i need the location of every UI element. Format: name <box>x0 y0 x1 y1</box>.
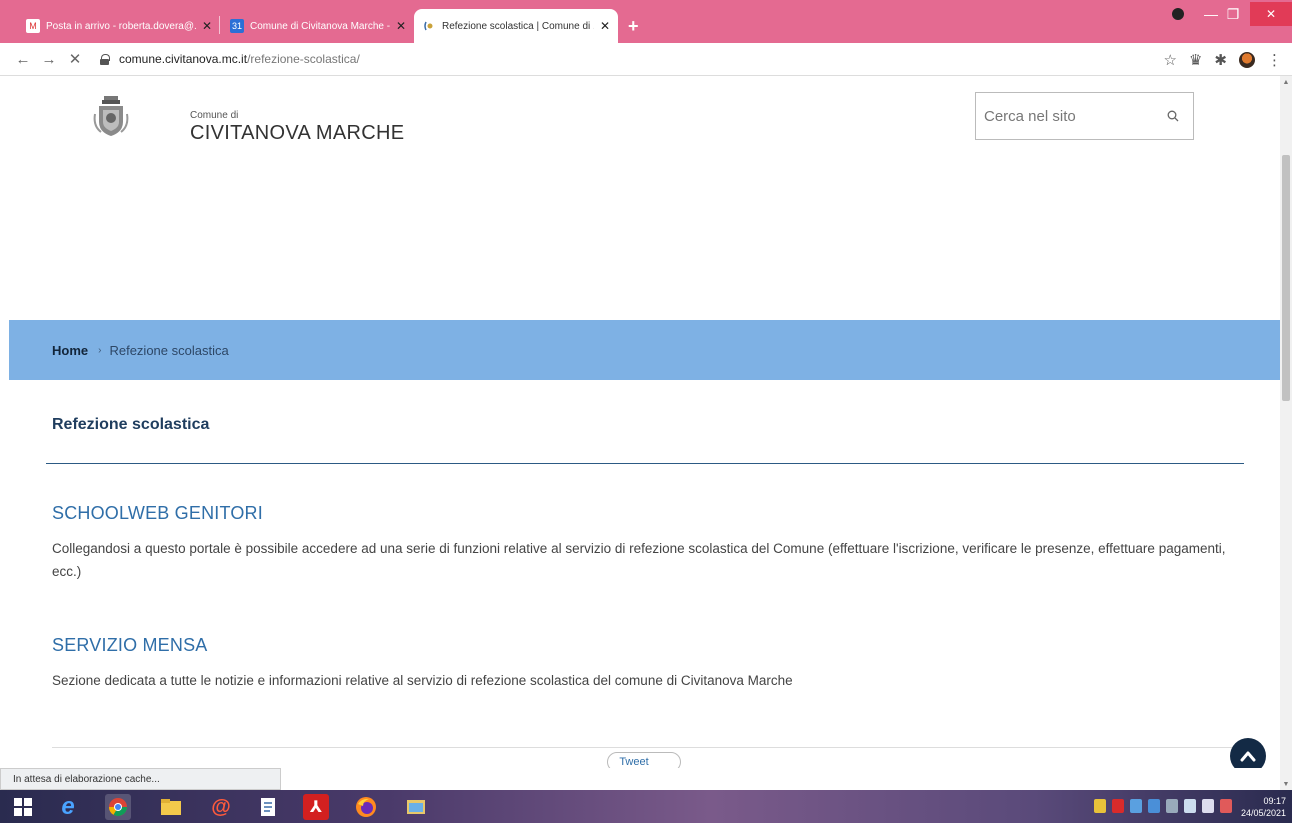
account-icon[interactable] <box>1172 8 1184 20</box>
page-scrollbar[interactable]: ▲ ▼ <box>1280 76 1292 792</box>
close-tab-icon[interactable]: ✕ <box>396 19 406 33</box>
scroll-up-arrow-icon[interactable]: ▲ <box>1280 76 1292 90</box>
brand-prefix: Comune di <box>190 110 239 121</box>
clock-date: 24/05/2021 <box>1240 808 1286 818</box>
search-input[interactable] <box>984 107 1154 125</box>
gmail-icon: M <box>26 19 40 33</box>
acrobat-reader-icon[interactable]: ⅄ <box>303 794 329 820</box>
site-search <box>975 92 1194 140</box>
share-divider <box>52 747 1244 748</box>
minimize-icon[interactable]: — <box>1200 6 1222 22</box>
tab-comune[interactable]: 31 Comune di Civitanova Marche - ... ✕ <box>222 9 414 43</box>
schoolweb-genitori-description: Collegandosi a questo portale è possibil… <box>52 541 1226 579</box>
windows-taskbar: e @ ⅄ 09:17 24/05/2021 <box>0 790 1292 823</box>
back-arrow-icon[interactable]: ← <box>10 51 36 68</box>
browser-status-bubble: In attesa di elaborazione cache... <box>0 768 281 790</box>
back-to-top-button[interactable] <box>1230 738 1266 768</box>
network-app-icon[interactable] <box>1130 799 1142 813</box>
civitanova-coat-of-arms-icon[interactable] <box>93 94 129 138</box>
tab-separator <box>219 16 220 34</box>
chevron-up-icon <box>1240 751 1256 762</box>
browser-toolbar: ← → ✕ comune.civitanova.mc.it/refezione-… <box>0 43 1292 76</box>
web-page: Comune di CIVITANOVA MARCHE Home › Refez… <box>9 76 1280 768</box>
mail-app-icon[interactable]: @ <box>208 794 234 820</box>
clock-time: 09:17 <box>1263 796 1286 806</box>
document-viewer-icon[interactable] <box>255 794 281 820</box>
stop-loading-icon[interactable]: ✕ <box>62 50 88 68</box>
url-domain: comune.civitanova.mc.it <box>119 52 248 66</box>
bluetooth-icon[interactable] <box>1148 799 1160 813</box>
taskbar-clock[interactable]: 09:17 24/05/2021 <box>1241 795 1286 819</box>
browser-menu-icon[interactable]: ⋮ <box>1267 51 1282 69</box>
close-window-icon[interactable]: ✕ <box>1250 2 1292 26</box>
schoolweb-genitori-link[interactable]: SCHOOLWEB GENITORI <box>52 503 263 524</box>
window-controls: — ❐ ✕ <box>1172 0 1292 28</box>
chrome-icon[interactable] <box>105 794 131 820</box>
action-center-flag-icon[interactable] <box>1220 799 1232 813</box>
servizio-mensa-description: Sezione dedicata a tutte le notizie e in… <box>52 673 793 688</box>
forward-arrow-icon[interactable]: → <box>36 51 62 68</box>
title-divider <box>46 463 1244 464</box>
breadcrumb-current: Refezione scolastica <box>109 342 229 358</box>
volume-icon[interactable] <box>1202 799 1214 813</box>
site-icon <box>422 19 436 33</box>
calendar-icon: 31 <box>230 19 244 33</box>
browser-tabstrip: M Posta in arrivo - roberta.dovera@... ✕… <box>0 0 1292 43</box>
scrollbar-thumb[interactable] <box>1282 155 1290 401</box>
search-icon[interactable] <box>1167 110 1179 122</box>
lock-icon[interactable] <box>100 53 110 65</box>
tab-title: Posta in arrivo - roberta.dovera@... <box>46 20 196 32</box>
extensions-puzzle-icon[interactable]: ✱ <box>1214 51 1227 69</box>
extension-crown-icon[interactable]: ♛ <box>1189 51 1202 69</box>
windows-start-icon[interactable] <box>10 794 36 820</box>
system-tray <box>1094 799 1232 813</box>
address-bar[interactable]: comune.civitanova.mc.it/refezione-scolas… <box>100 52 360 66</box>
close-tab-icon[interactable]: ✕ <box>600 19 610 33</box>
toolbar-actions: ☆ ♛ ✱ ⋮ <box>1164 43 1282 76</box>
breadcrumb-separator: › <box>98 344 102 356</box>
close-tab-icon[interactable]: ✕ <box>202 19 212 33</box>
servizio-mensa-link[interactable]: SERVIZIO MENSA <box>52 635 208 656</box>
breadcrumb: Home › Refezione scolastica <box>9 320 1280 380</box>
new-tab-button[interactable]: + <box>628 16 639 37</box>
wifi-icon[interactable] <box>1184 799 1196 813</box>
tab-title: Refezione scolastica | Comune di ... <box>442 20 594 32</box>
shield-icon[interactable] <box>1094 799 1106 813</box>
profile-avatar[interactable] <box>1239 51 1255 68</box>
tab-title: Comune di Civitanova Marche - ... <box>250 20 390 32</box>
brand-name[interactable]: CIVITANOVA MARCHE <box>190 122 404 145</box>
firefox-icon[interactable] <box>353 794 379 820</box>
tweet-button[interactable]: Tweet <box>607 752 681 768</box>
bookmark-star-icon[interactable]: ☆ <box>1164 51 1177 69</box>
breadcrumb-home-link[interactable]: Home <box>52 343 88 358</box>
arrow-back-icon[interactable] <box>1166 799 1178 813</box>
file-explorer-icon[interactable] <box>158 794 184 820</box>
page-title: Refezione scolastica <box>52 416 210 433</box>
maximize-icon[interactable]: ❐ <box>1222 6 1244 23</box>
app-window-icon[interactable] <box>403 794 429 820</box>
antivirus-icon[interactable] <box>1112 799 1124 813</box>
tab-refezione-active[interactable]: Refezione scolastica | Comune di ... ✕ <box>414 9 618 43</box>
internet-explorer-icon[interactable]: e <box>55 793 81 820</box>
url-path: /refezione-scolastica/ <box>247 52 360 66</box>
tab-gmail[interactable]: M Posta in arrivo - roberta.dovera@... ✕ <box>18 9 220 43</box>
